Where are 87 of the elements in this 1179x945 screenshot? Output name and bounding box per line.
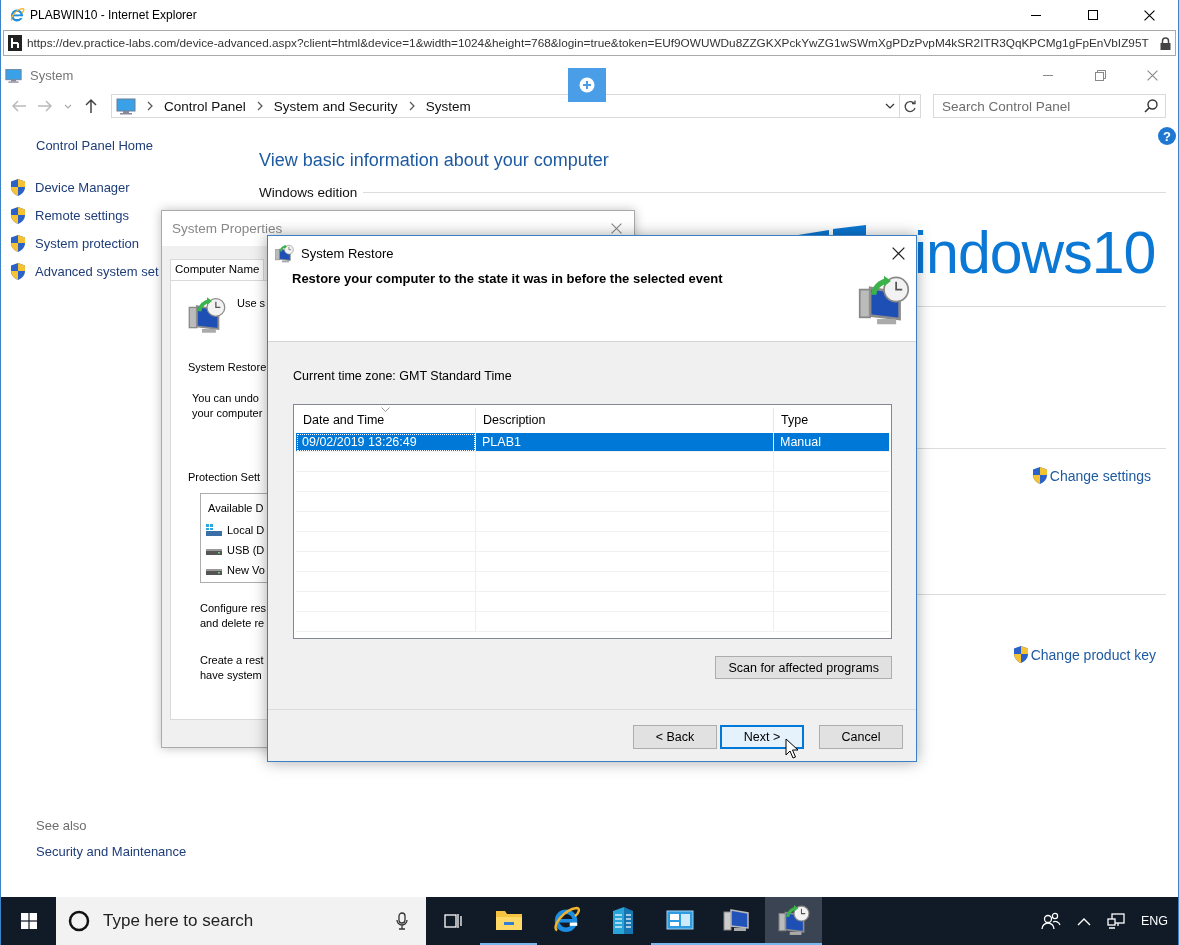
computer-icon (721, 906, 752, 934)
column-header[interactable]: Type (774, 408, 891, 432)
network-icon[interactable] (1106, 913, 1125, 929)
search-field[interactable]: Search Control Panel (933, 94, 1166, 118)
chevron-down-icon[interactable] (885, 101, 895, 111)
section-label: Protection Sett (188, 470, 261, 485)
shield-icon (1011, 645, 1030, 664)
taskbar-button[interactable] (765, 897, 822, 945)
scan-button[interactable]: Scan for affected programs (715, 656, 892, 679)
maximize-icon[interactable] (1087, 10, 1098, 20)
dialog-title: System Properties (172, 221, 284, 236)
monitor-icon (5, 66, 22, 84)
address-bar[interactable]: Control Panel System and Security System (111, 94, 900, 118)
action-link[interactable]: Change product key (1011, 645, 1156, 664)
timezone-label: Current time zone: GMT Standard Time (293, 369, 513, 383)
url-text: https://dev.practice-labs.com/device-advanced.aspx?client=html&device=1&width=1024&height=768&login=true&token=EUf9OWUWDu8ZZGKXPckYwZG1wSWmXgPDzPvpM4kSR2ITR3QqKPCMg1gFpEnVbIZ95T (27, 36, 1150, 50)
shield-icon (9, 233, 27, 253)
caret-up-icon[interactable] (1076, 916, 1091, 926)
logo-text: indows10 (914, 219, 1156, 287)
column-header[interactable]: Description (476, 408, 774, 432)
breadcrumb-item[interactable]: System (425, 98, 471, 114)
sidebar-link[interactable]: System protection (9, 229, 140, 257)
sort-caret-icon (381, 407, 390, 412)
restore-point-list[interactable]: Date and Time Description Type 09/02/2019 13:26:49 PLAB1 Manual (293, 404, 892, 639)
monitor-clock-icon (188, 296, 226, 334)
table-cell: 09/02/2019 13:26:49 (296, 433, 476, 452)
table-cell: Manual (774, 433, 891, 452)
description-text: Create a rest have system (200, 653, 264, 683)
windows-logo-icon[interactable] (20, 913, 37, 929)
mouse-pointer-icon (785, 738, 799, 759)
monitor-clock-icon (275, 243, 294, 263)
dialog-button[interactable]: Next > (720, 725, 804, 749)
sidebar-link[interactable]: Advanced system set (9, 257, 159, 285)
dialog-button[interactable]: Cancel (819, 725, 903, 749)
chevron-right-icon (145, 101, 155, 111)
task-view-icon[interactable] (444, 913, 462, 929)
column-header[interactable]: Date and Time (296, 408, 476, 432)
sidebar-link[interactable]: Security and Maintenance (36, 844, 187, 859)
section-label: See also (36, 818, 87, 833)
window-title: PLABWIN10 - Internet Explorer (30, 8, 198, 22)
monitor-clock-icon (777, 904, 810, 936)
refresh-icon[interactable] (903, 99, 917, 113)
folder-icon (494, 908, 523, 932)
lock-icon (1160, 36, 1171, 50)
breadcrumb-item[interactable]: Control Panel (164, 98, 246, 114)
monitor-clock-icon (858, 274, 910, 326)
control-panel-icon (665, 908, 694, 932)
favicon-icon (8, 35, 22, 51)
sidebar-link[interactable]: Control Panel Home (36, 138, 154, 153)
section-label: Windows edition (259, 185, 358, 200)
dialog-button[interactable]: < Back (633, 725, 717, 749)
description-text: Configure res and delete re (200, 601, 267, 631)
breadcrumb-item[interactable]: System and Security (273, 98, 398, 114)
tab[interactable]: Computer Name (170, 259, 265, 280)
people-icon[interactable] (1040, 912, 1061, 930)
action-link[interactable]: Change settings (1030, 466, 1151, 485)
window-title: System (30, 67, 75, 83)
shield-icon (9, 177, 27, 197)
search-icon (1144, 99, 1158, 113)
dialog-title: System Restore (301, 245, 394, 261)
ie-logo-icon (9, 7, 25, 23)
shield-icon (9, 205, 27, 225)
plus-circle-icon (579, 77, 595, 93)
description-text: Use s (237, 296, 266, 311)
help-button[interactable]: ? (1158, 127, 1176, 145)
shield-icon (9, 261, 27, 281)
cortana-circle-icon (68, 910, 90, 932)
language-indicator[interactable]: ENG (1140, 914, 1168, 928)
close-icon[interactable] (892, 247, 905, 260)
description-text: You can undo your computer (192, 391, 263, 421)
page-heading: View basic information about your computer (259, 150, 610, 171)
close-icon[interactable] (1144, 9, 1155, 21)
section-label: System Restore (188, 360, 267, 375)
sidebar-link[interactable]: Remote settings (9, 201, 129, 229)
monitor-icon (116, 96, 136, 116)
add-button[interactable] (568, 68, 606, 102)
microphone-icon (396, 912, 408, 930)
up-arrow-icon[interactable] (83, 98, 99, 114)
search-field[interactable]: Type here to search (56, 897, 426, 945)
shield-icon (1030, 466, 1049, 485)
table-cell: PLAB1 (476, 433, 774, 452)
column-header: Available D (208, 501, 264, 516)
sidebar-link[interactable]: Device Manager (9, 173, 130, 201)
drive-icon (205, 523, 223, 537)
dialog-heading: Restore your computer to the state it was in before the selected event (292, 271, 724, 286)
restore-window-icon[interactable] (1094, 69, 1106, 81)
table-row[interactable]: 09/02/2019 13:26:49 PLAB1 Manual (296, 433, 889, 452)
